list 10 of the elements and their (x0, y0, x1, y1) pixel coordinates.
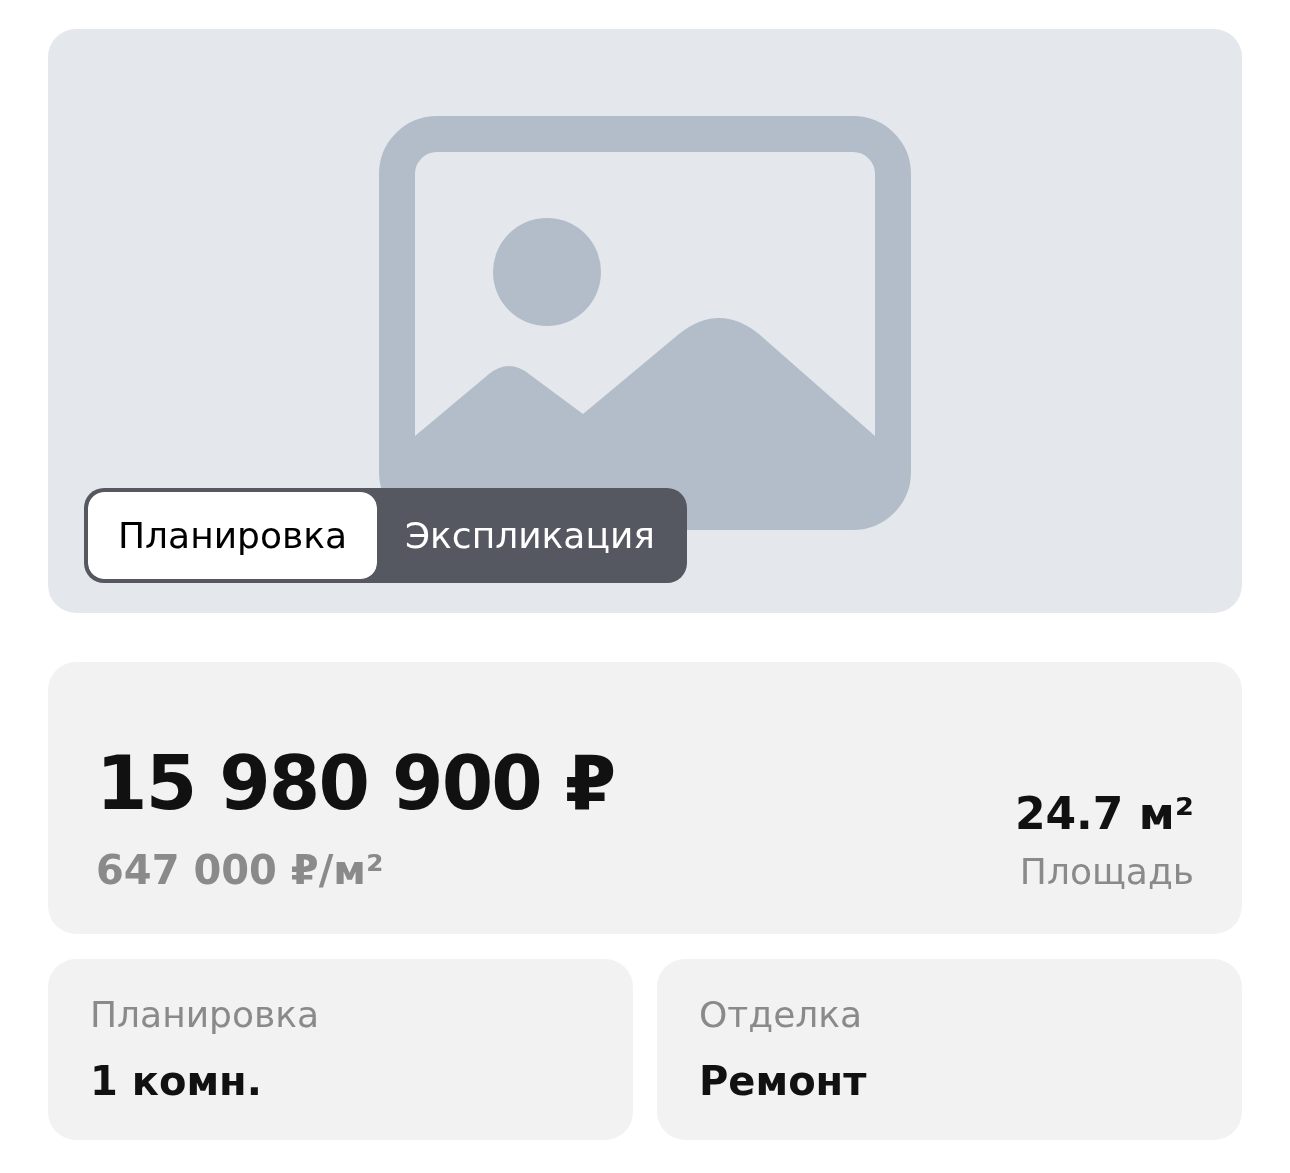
price-per-square-meter: 647 000 ₽/м² (96, 850, 385, 890)
view-tab[interactable]: Экспликация (377, 492, 683, 579)
view-tab[interactable]: Планировка (88, 492, 377, 579)
detail-label: Планировка (90, 997, 320, 1033)
price: 15 980 900 ₽ (96, 746, 615, 820)
area-label: Площадь (1019, 854, 1194, 890)
detail-label: Отделка (699, 997, 864, 1033)
detail-value: 1 комн. (90, 1061, 263, 1101)
detail-value: Ремонт (699, 1061, 868, 1101)
area-value: 24.7 м² (1014, 792, 1194, 836)
